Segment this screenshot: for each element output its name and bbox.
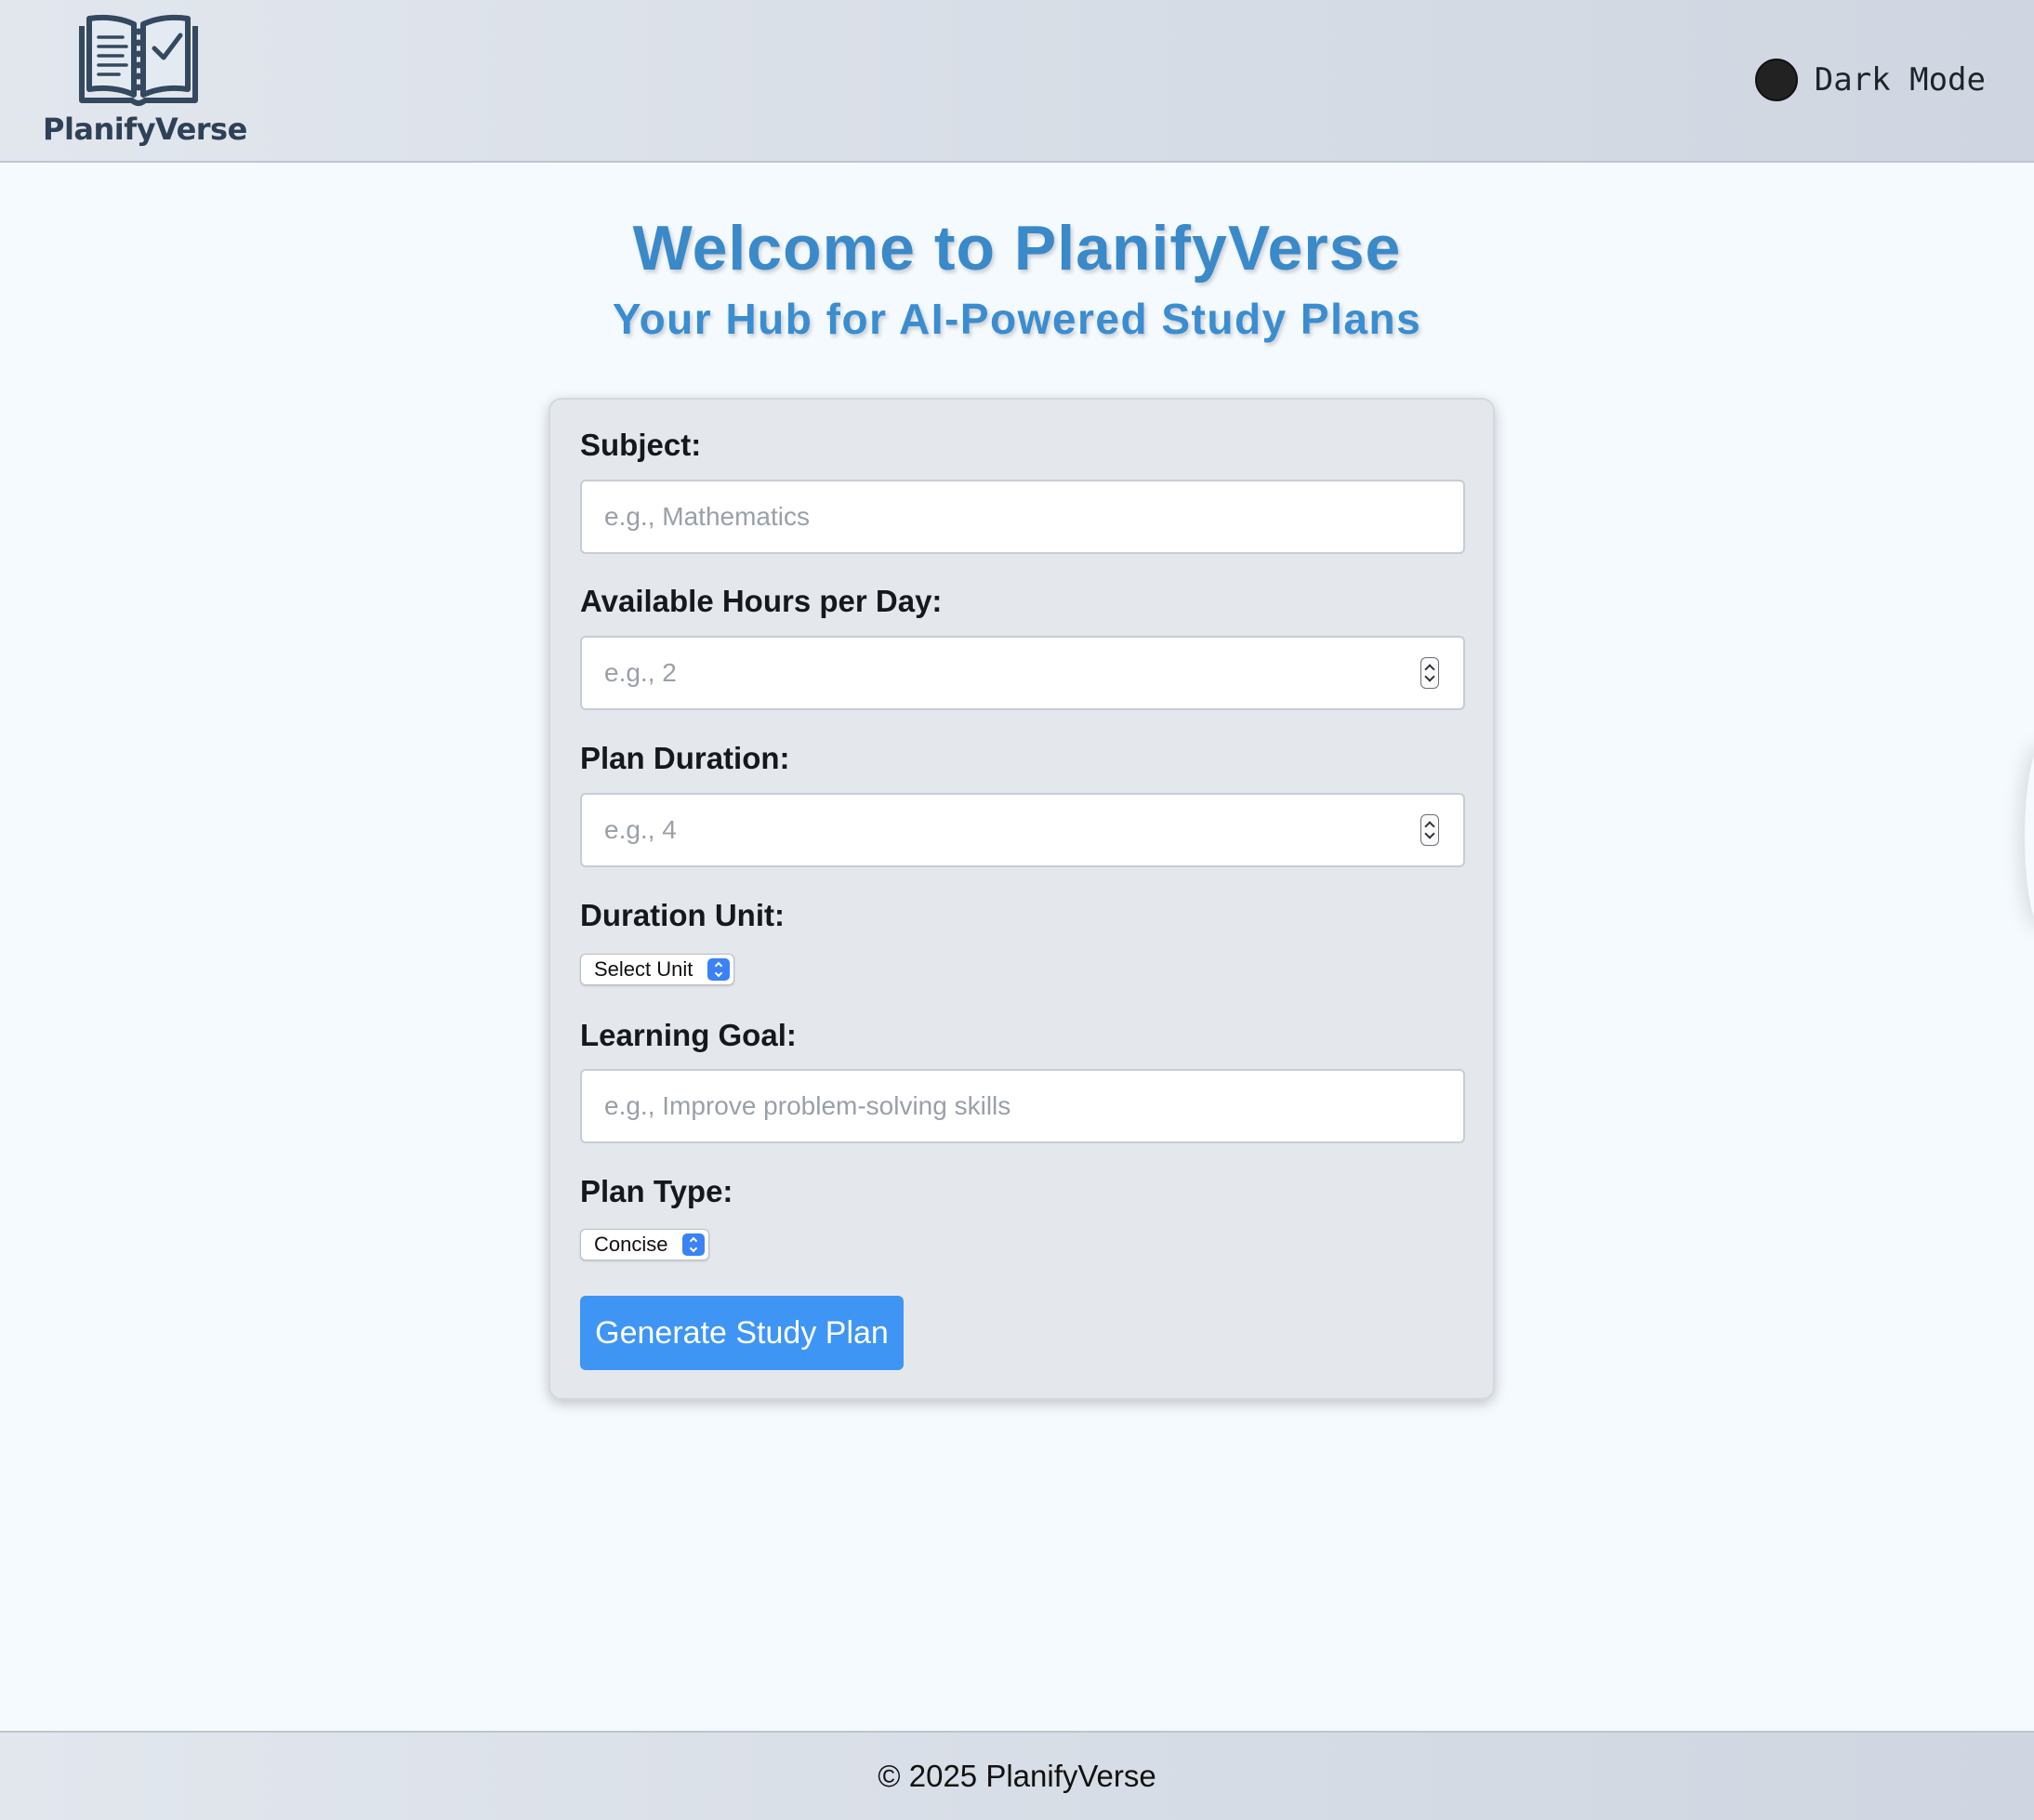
dark-mode-toggle[interactable]: Dark Mode (1754, 56, 1986, 104)
open-book-checklist-icon (79, 14, 198, 106)
learning-goal-label: Learning Goal: (580, 1018, 797, 1052)
site-header: PlanifyVerse Dark Mode (0, 0, 2034, 163)
plan-type-select[interactable]: Concise (580, 1229, 710, 1260)
dark-mode-label: Dark Mode (1814, 61, 1986, 99)
logo[interactable]: PlanifyVerse (43, 13, 247, 152)
duration-stepper-icon[interactable] (1420, 814, 1439, 846)
subject-label: Subject: (580, 428, 702, 462)
plan-type-label: Plan Type: (580, 1174, 733, 1208)
plan-type-selected: Concise (594, 1233, 668, 1256)
duration-label: Plan Duration: (580, 741, 790, 775)
site-footer: © 2025 PlanifyVerse (0, 1731, 2034, 1820)
edge-shadow (2025, 744, 2034, 930)
hours-field (550, 636, 1493, 710)
hours-label: Available Hours per Day: (580, 584, 943, 618)
logo-text: PlanifyVerse (43, 112, 247, 147)
duration-unit-select[interactable]: Select Unit (580, 954, 735, 985)
hours-input[interactable] (580, 636, 1465, 710)
duration-unit-selected: Select Unit (594, 957, 693, 981)
generate-study-plan-button[interactable]: Generate Study Plan (580, 1296, 904, 1370)
learning-goal-input[interactable] (580, 1069, 1465, 1143)
page-title: Welcome to PlanifyVerse (632, 213, 1402, 284)
hours-stepper-icon[interactable] (1420, 657, 1439, 689)
select-arrows-icon (707, 958, 731, 981)
select-arrows-icon (682, 1233, 706, 1256)
toggle-circle-icon[interactable] (1754, 59, 1798, 101)
duration-field (550, 793, 1493, 867)
page-subtitle: Your Hub for AI-Powered Study Plans (612, 295, 1422, 343)
copyright-text: © 2025 PlanifyVerse (878, 1759, 1156, 1793)
study-plan-form: Subject: Available Hours per Day: Plan D… (548, 398, 1495, 1400)
duration-input[interactable] (580, 793, 1465, 867)
duration-unit-label: Duration Unit: (580, 898, 785, 932)
subject-input[interactable] (580, 480, 1465, 554)
